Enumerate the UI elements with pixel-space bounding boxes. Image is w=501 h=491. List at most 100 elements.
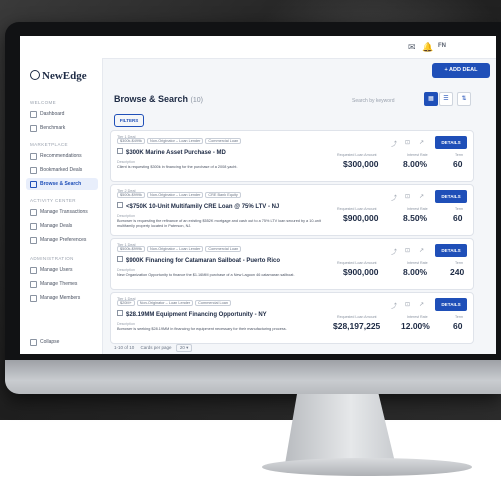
deal-description: Client is requesting $300k in financing … — [117, 165, 238, 169]
details-button[interactable]: DETAILS — [435, 190, 467, 203]
term-value: 60 — [453, 159, 463, 169]
deal-card[interactable]: Tier 1 Deal $500k-$999k Non-Originator – … — [110, 238, 474, 290]
select-checkbox[interactable] — [117, 256, 123, 262]
dashboard-icon — [30, 111, 37, 118]
preferences-icon — [30, 237, 37, 244]
sidebar-item-benchmark[interactable]: Benchmark — [26, 122, 98, 134]
details-button[interactable]: DETAILS — [435, 244, 467, 257]
description-label: Description — [117, 268, 135, 272]
deal-description: Borrower is requesting the refinance of … — [117, 219, 321, 228]
deal-description: Borrower is seeking $28.19MM in financin… — [117, 327, 287, 331]
deal-card[interactable]: Tier 2 Deal $500k-$999k Non-Originator – … — [110, 184, 474, 236]
deals-icon — [30, 223, 37, 230]
sidebar-item-manage-transactions[interactable]: Manage Transactions — [26, 206, 98, 218]
top-app-bar: ✉ 🔔 FN — [20, 36, 496, 59]
add-deal-button[interactable]: + ADD DEAL — [432, 63, 490, 78]
bookmark-icon[interactable]: ⊡ — [405, 301, 410, 308]
sidebar-collapse-button[interactable]: Collapse — [26, 336, 98, 348]
grid-view-icon[interactable]: ▦ — [424, 92, 438, 106]
deal-tag: $500k-$999k — [117, 246, 145, 252]
sidebar-item-manage-deals[interactable]: Manage Deals — [26, 220, 98, 232]
filters-button[interactable]: FILTERS — [114, 114, 144, 127]
deal-card[interactable]: Tier 1 Deal $300k-$499k Non-Originator – … — [110, 130, 474, 182]
select-checkbox[interactable] — [117, 148, 123, 154]
transactions-icon — [30, 209, 37, 216]
deal-card[interactable]: Tier 1 Deal $20M+ Non-Originator – Loan L… — [110, 292, 474, 344]
share-icon[interactable]: ⤴ — [391, 301, 397, 310]
section-title-marketplace: MARKETPLACE — [30, 142, 68, 147]
share-icon[interactable]: ⤴ — [391, 247, 397, 256]
share-icon[interactable]: ⤴ — [391, 193, 397, 202]
amount-label: Requested Loan Amount — [337, 261, 377, 265]
deal-tags: $500k-$999k Non-Originator – Loan Lender C… — [117, 192, 243, 198]
sidebar-item-recommendations[interactable]: Recommendations — [26, 150, 98, 162]
sidebar-item-dashboard[interactable]: Dashboard — [26, 108, 98, 120]
open-external-icon[interactable]: ↗ — [419, 139, 424, 146]
user-avatar[interactable]: FN — [438, 43, 446, 49]
benchmark-icon — [30, 125, 37, 132]
themes-icon — [30, 281, 37, 288]
open-external-icon[interactable]: ↗ — [419, 193, 424, 200]
description-label: Description — [117, 160, 135, 164]
deal-tags: $20M+ Non-Originator – Loan Lender Commerc… — [117, 300, 233, 306]
rate-value: 8.50% — [403, 213, 428, 223]
brand-logo[interactable]: NewEdge — [30, 70, 87, 82]
deal-tag: Non-Originator – Loan Lender — [136, 300, 194, 306]
deal-tag: Commercial Loan — [205, 138, 242, 144]
rate-label: Interest Rate — [407, 315, 428, 319]
amount-value: $300,000 — [343, 159, 379, 169]
deal-title[interactable]: <$750K 10-Unit Multifamily CRE Loan @ 75… — [117, 202, 279, 210]
search-input[interactable]: Search by keyword — [352, 98, 395, 104]
users-icon — [30, 267, 37, 274]
rate-label: Interest Rate — [407, 207, 428, 211]
details-button[interactable]: DETAILS — [435, 136, 467, 149]
per-page-select[interactable]: 20 ▾ — [175, 344, 193, 352]
open-external-icon[interactable]: ↗ — [419, 301, 424, 308]
details-button[interactable]: DETAILS — [435, 298, 467, 311]
term-value: 60 — [453, 321, 463, 331]
sidebar-item-manage-users[interactable]: Manage Users — [26, 264, 98, 276]
logo-mark-icon — [30, 70, 40, 80]
deal-tag: Non-Originator – Loan Lender — [146, 192, 204, 198]
notification-bell-icon[interactable]: 🔔 — [422, 42, 433, 53]
term-value: 60 — [453, 213, 463, 223]
open-external-icon[interactable]: ↗ — [419, 247, 424, 254]
amount-label: Requested Loan Amount — [337, 207, 377, 211]
members-icon — [30, 295, 37, 302]
deal-tag: Non-Originator – Loan Lender — [146, 246, 204, 252]
rate-label: Interest Rate — [407, 153, 428, 157]
search-icon — [30, 181, 37, 188]
section-title-welcome: WELCOME — [30, 100, 57, 105]
share-icon[interactable]: ⤴ — [391, 139, 397, 148]
bookmark-icon[interactable]: ⊡ — [405, 139, 410, 146]
term-label: Term — [455, 207, 463, 211]
deal-title[interactable]: $900K Financing for Catamaran Sailboat -… — [117, 256, 280, 264]
deal-tag: Non-Originator – Loan Lender — [146, 138, 204, 144]
sidebar-item-manage-members[interactable]: Manage Members — [26, 292, 98, 304]
sidebar-item-browse-search[interactable]: Browse & Search — [26, 178, 98, 190]
select-checkbox[interactable] — [117, 310, 123, 316]
bookmark-icon[interactable]: ⊡ — [405, 193, 410, 200]
list-view-icon[interactable]: ☰ — [439, 92, 453, 106]
deal-tag: CRE Bank Equity — [205, 192, 241, 198]
section-title-activity-center: ACTIVITY CENTER — [30, 198, 76, 203]
sidebar: NewEdge WELCOME Dashboard Benchmark MARK… — [20, 58, 103, 354]
sidebar-item-manage-preferences[interactable]: Manage Preferences — [26, 234, 98, 246]
sort-icon[interactable]: ⇅ — [457, 92, 471, 106]
sidebar-item-bookmarked-deals[interactable]: Bookmarked Deals — [26, 164, 98, 176]
mail-icon[interactable]: ✉ — [408, 42, 416, 53]
bookmark-icon[interactable]: ⊡ — [405, 247, 410, 254]
amount-label: Requested Loan Amount — [337, 153, 377, 157]
section-title-administration: ADMINISTRATION — [30, 256, 74, 261]
collapse-icon — [30, 339, 37, 346]
brand-name: NewEdge — [42, 70, 87, 82]
deal-title[interactable]: $300K Marine Asset Purchase - MD — [117, 148, 226, 156]
deal-tags: $500k-$999k Non-Originator – Loan Lender C… — [117, 246, 243, 252]
select-checkbox[interactable] — [117, 202, 123, 208]
deal-tag: Commercial Loan — [205, 246, 242, 252]
app-screen: ✉ 🔔 FN NewEdge WELCOME Dashboard Benchma… — [20, 36, 496, 354]
rate-value: 12.00% — [401, 321, 430, 331]
monitor-stand-base — [262, 458, 472, 476]
sidebar-item-manage-themes[interactable]: Manage Themes — [26, 278, 98, 290]
deal-title[interactable]: $28.19MM Equipment Financing Opportunity… — [117, 310, 267, 318]
